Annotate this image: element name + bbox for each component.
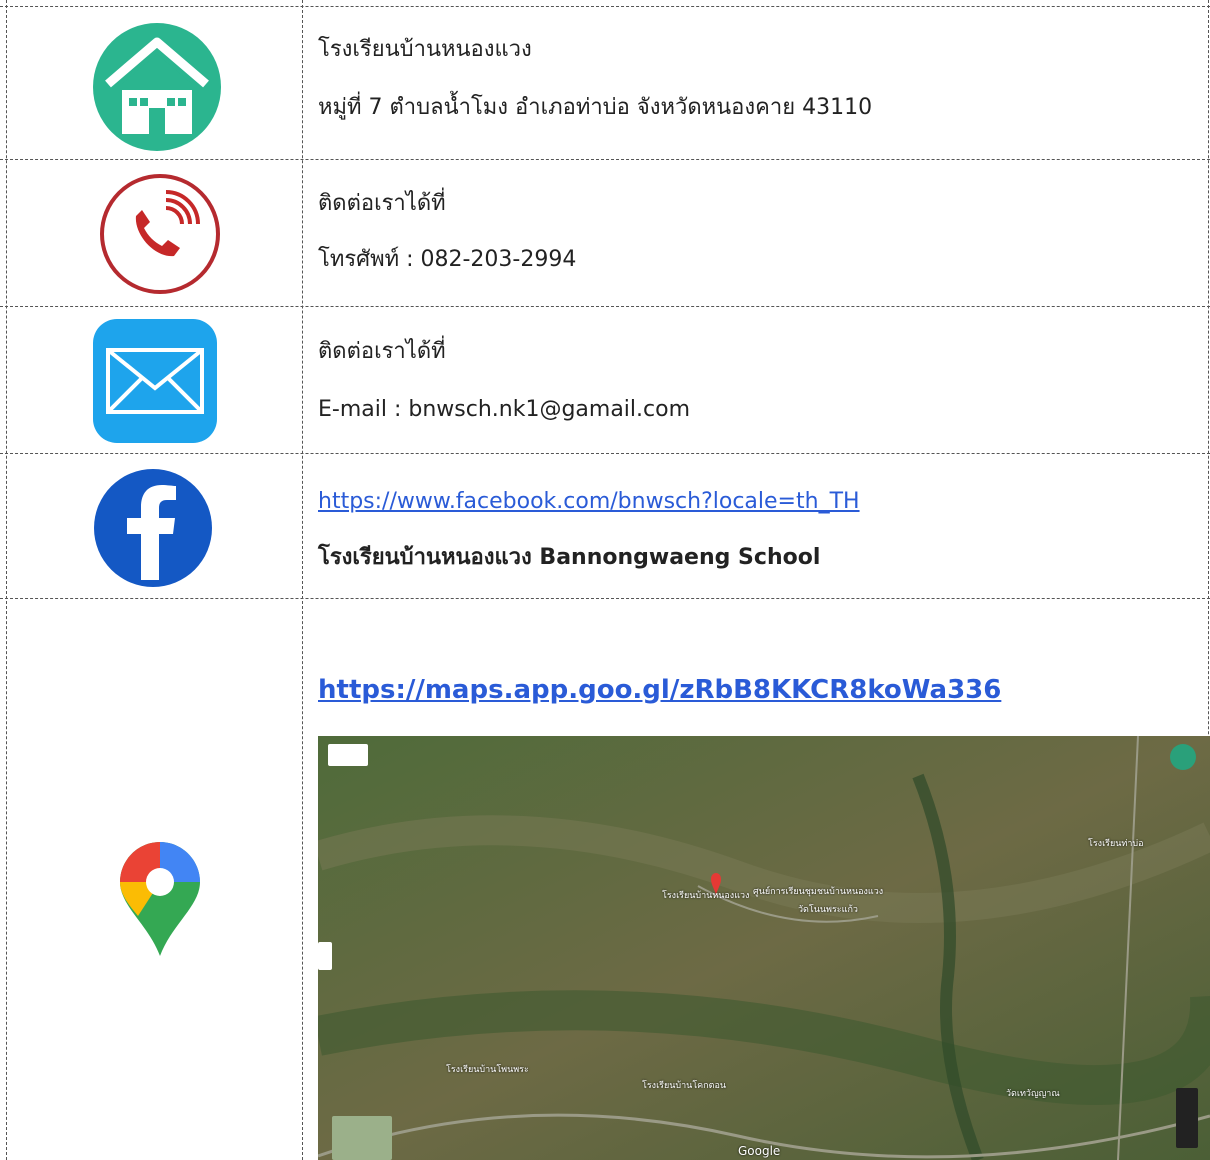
map-label: ศูนย์การเรียนชุมชนบ้านหนองแวง	[753, 887, 884, 897]
contact-heading-email: ติดต่อเราได้ที่	[318, 339, 446, 364]
facebook-link[interactable]: https://www.facebook.com/bnwsch?locale=t…	[318, 488, 860, 516]
facebook-page-name: โรงเรียนบ้านหนองแวง Bannongwaeng School	[318, 545, 821, 570]
phone-number: โทรศัพท์ : 082-203-2994	[318, 247, 577, 272]
school-address: หมู่ที่ 7 ตำบลน้ำโมง อำเภอท่าบ่อ จังหวัด…	[318, 95, 873, 120]
column-divider	[6, 0, 7, 1160]
map-type-button[interactable]	[328, 744, 368, 766]
row-divider	[0, 6, 1210, 7]
map-label: โรงเรียนบ้านโคกตอน	[642, 1081, 727, 1091]
maps-link[interactable]: https://maps.app.goo.gl/zRbB8KKCR8koWa33…	[318, 676, 1001, 704]
row-divider	[0, 453, 1210, 454]
map-label: วัดเทวัญญาณ	[1006, 1089, 1060, 1099]
map-label: โรงเรียนบ้านโพนพระ	[446, 1065, 529, 1075]
row-divider	[0, 598, 1210, 599]
school-name: โรงเรียนบ้านหนองแวง	[318, 37, 532, 62]
zoom-controls[interactable]	[1176, 1088, 1198, 1148]
mail-icon	[93, 319, 217, 443]
contact-heading-phone: ติดต่อเราได้ที่	[318, 191, 446, 216]
phone-icon	[100, 174, 220, 294]
map-label: โรงเรียนท่าบ่อ	[1088, 839, 1144, 849]
side-panel-toggle[interactable]	[318, 942, 332, 970]
map-label: โรงเรียนบ้านหนองแวง	[662, 891, 750, 901]
column-divider	[302, 0, 303, 1160]
map-label: วัดโนนพระแก้ว	[798, 905, 858, 915]
google-maps-icon	[120, 842, 200, 956]
map-screenshot[interactable]: โรงเรียนบ้านหนองแวง ศูนย์การเรียนชุมชนบ้…	[318, 736, 1210, 1160]
account-avatar[interactable]	[1170, 744, 1196, 770]
email-address: E-mail : bnwsch.nk1@gamail.com	[318, 397, 691, 422]
layers-button[interactable]	[332, 1116, 392, 1160]
row-divider	[0, 159, 1210, 160]
row-divider	[0, 306, 1210, 307]
google-logo: Google	[738, 1144, 781, 1158]
satellite-map	[318, 736, 1210, 1160]
facebook-icon	[94, 469, 212, 587]
home-icon	[93, 23, 221, 151]
